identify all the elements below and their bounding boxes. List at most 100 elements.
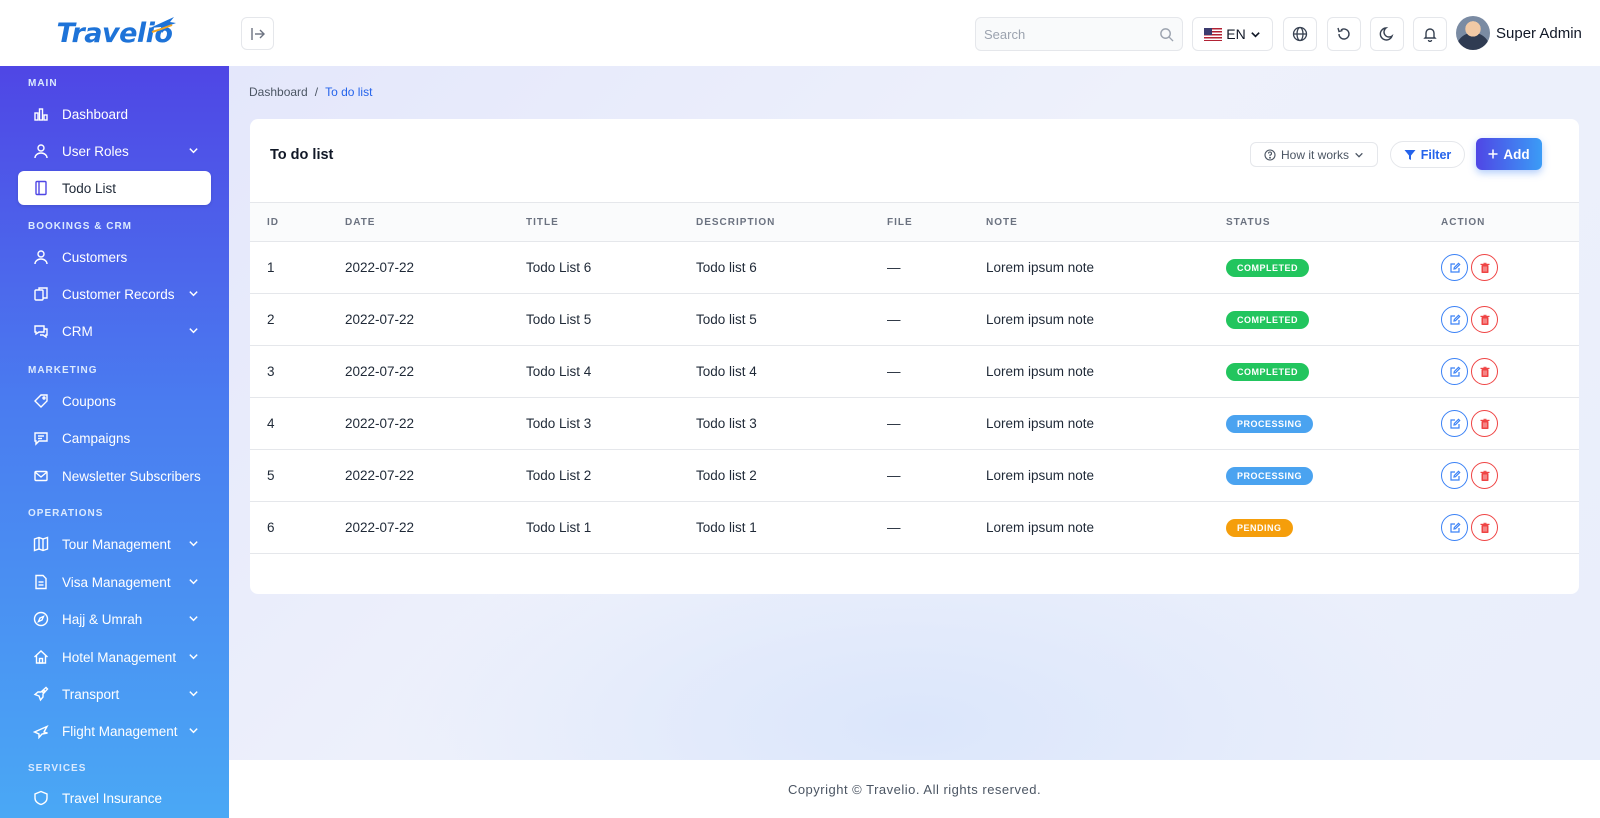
- chevron-down-icon: [189, 691, 198, 697]
- logo[interactable]: Travelio: [0, 0, 229, 66]
- edit-icon: [1449, 313, 1461, 325]
- delete-button[interactable]: [1471, 358, 1498, 385]
- cell-id: 3: [250, 345, 345, 398]
- sidebar-item-label: Hajj & Umrah: [62, 611, 143, 627]
- edit-icon: [1449, 469, 1461, 481]
- cell-date: 2022-07-22: [345, 241, 526, 294]
- delete-button[interactable]: [1471, 410, 1498, 437]
- column-header-status[interactable]: STATUS: [1226, 202, 1441, 242]
- breadcrumb: Dashboard / To do list: [249, 85, 372, 99]
- cell-id: 2: [250, 293, 345, 346]
- user-name: Super Admin: [1496, 24, 1582, 42]
- us-flag-icon: [1204, 27, 1223, 41]
- how-it-works-button[interactable]: How it works: [1250, 142, 1378, 167]
- language-label: EN: [1226, 26, 1246, 42]
- sidebar-item-label: Tour Management: [62, 536, 171, 552]
- sidebar-item-label: Visa Management: [62, 574, 171, 590]
- refresh-button[interactable]: [1327, 17, 1361, 51]
- edit-button[interactable]: [1441, 358, 1468, 385]
- sidebar-item-label: Coupons: [62, 393, 117, 409]
- chevron-down-icon: [189, 291, 198, 297]
- sidebar-item-insurance[interactable]: Travel Insurance: [18, 781, 211, 815]
- sidebar-collapse-button[interactable]: [241, 17, 274, 50]
- column-header-file[interactable]: FILE: [887, 202, 986, 242]
- sidebar-item-transport[interactable]: Transport: [18, 677, 211, 711]
- plus-icon: [1488, 149, 1498, 159]
- add-button[interactable]: Add: [1476, 138, 1542, 170]
- chevron-down-icon: [189, 541, 198, 547]
- edit-button[interactable]: [1441, 306, 1468, 333]
- documents-icon: [32, 285, 50, 303]
- edit-button[interactable]: [1441, 514, 1468, 541]
- section-main: MAIN: [28, 78, 58, 89]
- user-menu[interactable]: Super Admin: [1456, 16, 1582, 50]
- edit-icon: [1449, 261, 1461, 273]
- sidebar-item-hotel[interactable]: Hotel Management: [18, 640, 211, 674]
- section-services: SERVICES: [28, 763, 87, 774]
- cell-description: Todo list 1: [696, 501, 887, 554]
- delete-button[interactable]: [1471, 254, 1498, 281]
- sidebar-item-tour[interactable]: Tour Management: [18, 527, 211, 561]
- sidebar-item-campaigns[interactable]: Campaigns: [18, 421, 211, 455]
- delete-button[interactable]: [1471, 306, 1498, 333]
- page-title: To do list: [270, 147, 334, 163]
- copyright-text: Copyright © Travelio. All rights reserve…: [787, 781, 1042, 797]
- sidebar-item-visa[interactable]: Visa Management: [18, 565, 211, 599]
- top-bar: Travelio EN: [0, 0, 1600, 66]
- sidebar-item-label: Transport: [62, 686, 120, 702]
- edit-button[interactable]: [1441, 410, 1468, 437]
- filter-button[interactable]: Filter: [1390, 141, 1465, 168]
- table-body: 1 2022-07-22 Todo List 6 Todo list 6 — L…: [250, 241, 1579, 554]
- search-input[interactable]: [984, 26, 1159, 42]
- dark-mode-button[interactable]: [1370, 17, 1404, 51]
- column-header-date[interactable]: DATE: [345, 202, 526, 242]
- column-header-title[interactable]: TITLE: [526, 202, 696, 242]
- sidebar-item-flight[interactable]: Flight Management: [18, 714, 211, 748]
- column-header-note[interactable]: NOTE: [986, 202, 1226, 242]
- todo-table: ID DATE TITLE DESCRIPTION FILE NOTE STAT…: [250, 202, 1579, 554]
- delete-button[interactable]: [1471, 514, 1498, 541]
- edit-button[interactable]: [1441, 462, 1468, 489]
- collapse-icon: [250, 27, 265, 40]
- language-selector[interactable]: EN: [1192, 17, 1273, 51]
- sidebar-item-label: Customers: [62, 249, 128, 265]
- cell-date: 2022-07-22: [345, 501, 526, 554]
- search-icon[interactable]: [1159, 27, 1174, 42]
- cell-id: 5: [250, 449, 345, 502]
- sidebar-item-label: Flight Management: [62, 723, 178, 739]
- cell-title: Todo List 4: [526, 345, 696, 398]
- sidebar-item-dashboard[interactable]: Dashboard: [18, 97, 211, 131]
- sidebar-item-user-roles[interactable]: User Roles: [18, 134, 211, 168]
- sidebar-item-hajj[interactable]: Hajj & Umrah: [18, 602, 211, 636]
- sidebar-item-coupons[interactable]: Coupons: [18, 384, 211, 418]
- chevron-down-icon: [1250, 31, 1260, 38]
- notifications-button[interactable]: [1413, 17, 1447, 51]
- main-content: Dashboard / To do list To do list How it…: [229, 66, 1600, 760]
- sidebar-item-customer-records[interactable]: Customer Records: [18, 277, 211, 311]
- sidebar-item-label: User Roles: [62, 143, 129, 159]
- sidebar-item-customers[interactable]: Customers: [18, 240, 211, 274]
- table-row: 4 2022-07-22 Todo List 3 Todo list 3 — L…: [250, 397, 1579, 450]
- edit-button[interactable]: [1441, 254, 1468, 281]
- edit-icon: [1449, 417, 1461, 429]
- status-badge: PENDING: [1226, 518, 1293, 537]
- sidebar-item-todo-list[interactable]: Todo List: [18, 171, 211, 205]
- sidebar-item-label: Travel Insurance: [62, 790, 163, 806]
- delete-button[interactable]: [1471, 462, 1498, 489]
- moon-icon: [1379, 27, 1394, 41]
- column-header-description[interactable]: DESCRIPTION: [696, 202, 887, 242]
- sidebar-item-newsletter[interactable]: Newsletter Subscribers: [18, 459, 211, 493]
- chevron-down-icon: [189, 654, 198, 660]
- status-badge: COMPLETED: [1226, 310, 1310, 329]
- sidebar-item-label: Customer Records: [62, 286, 175, 302]
- plane-logo-icon: [150, 17, 176, 33]
- cell-title: Todo List 5: [526, 293, 696, 346]
- globe-button[interactable]: [1283, 17, 1317, 51]
- sidebar-item-crm[interactable]: CRM: [18, 314, 211, 348]
- cell-file: —: [887, 293, 986, 346]
- footer: Copyright © Travelio. All rights reserve…: [229, 760, 1600, 818]
- column-header-id[interactable]: ID: [250, 202, 345, 242]
- cell-description: Todo list 5: [696, 293, 887, 346]
- cell-note: Lorem ipsum note: [986, 501, 1226, 554]
- breadcrumb-home[interactable]: Dashboard: [249, 85, 308, 99]
